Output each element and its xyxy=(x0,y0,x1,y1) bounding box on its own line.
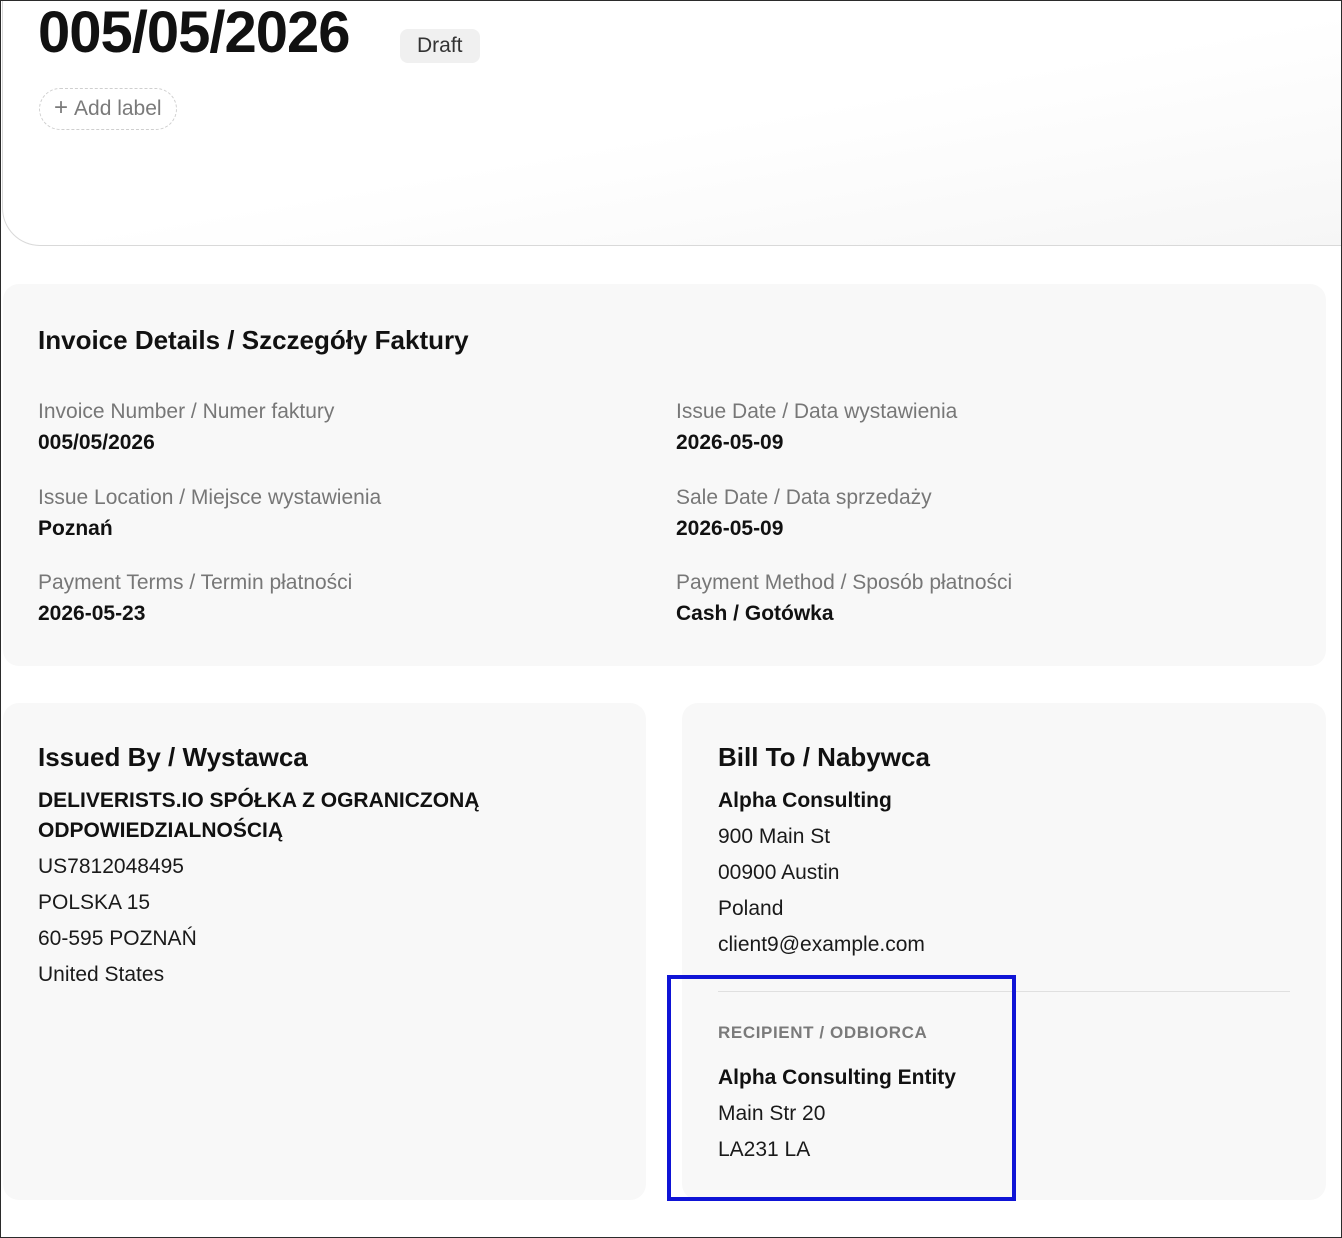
issuer-city: 60-595 POZNAŃ xyxy=(38,927,197,950)
payment-terms-label: Payment Terms / Termin płatności xyxy=(38,571,353,594)
plus-icon: + xyxy=(54,94,69,121)
issue-date-label: Issue Date / Data wystawienia xyxy=(676,400,958,423)
sale-date-label: Sale Date / Data sprzedaży xyxy=(676,486,932,509)
invoice-number-label: Invoice Number / Numer faktury xyxy=(38,400,335,423)
payment-method-label: Payment Method / Sposób płatności xyxy=(676,571,1013,594)
buyer-street: 900 Main St xyxy=(718,825,831,848)
issued-by-title: Issued By / Wystawca xyxy=(38,742,308,772)
recipient-highlight-box xyxy=(667,975,1016,1201)
sale-date-value: 2026-05-09 xyxy=(676,517,784,540)
buyer-city: 00900 Austin xyxy=(718,861,840,884)
payment-terms-value: 2026-05-23 xyxy=(38,602,146,625)
buyer-country: Poland xyxy=(718,897,784,920)
issuer-tax-id: US7812048495 xyxy=(38,855,184,878)
issue-date-value: 2026-05-09 xyxy=(676,431,784,454)
issue-location-label: Issue Location / Miejsce wystawienia xyxy=(38,486,382,509)
issuer-street: POLSKA 15 xyxy=(38,891,151,914)
add-label-text: Add label xyxy=(74,97,162,120)
add-label-button[interactable]: + Add label xyxy=(39,88,177,130)
page-title: 005/05/2026 xyxy=(38,0,351,65)
invoice-number-value: 005/05/2026 xyxy=(38,431,155,454)
invoice-details-title: Invoice Details / Szczegóły Faktury xyxy=(38,325,469,355)
issue-location-value: Poznań xyxy=(38,517,113,540)
issuer-name: DELIVERISTS.IO SPÓŁKA Z OGRANICZONĄ ODPO… xyxy=(38,789,480,842)
payment-method-value: Cash / Gotówka xyxy=(676,602,834,625)
buyer-email: client9@example.com xyxy=(718,933,925,956)
buyer-name: Alpha Consulting xyxy=(718,789,892,812)
status-badge: Draft xyxy=(400,29,480,63)
issuer-country: United States xyxy=(38,963,165,986)
bill-to-title: Bill To / Nabywca xyxy=(718,742,930,772)
